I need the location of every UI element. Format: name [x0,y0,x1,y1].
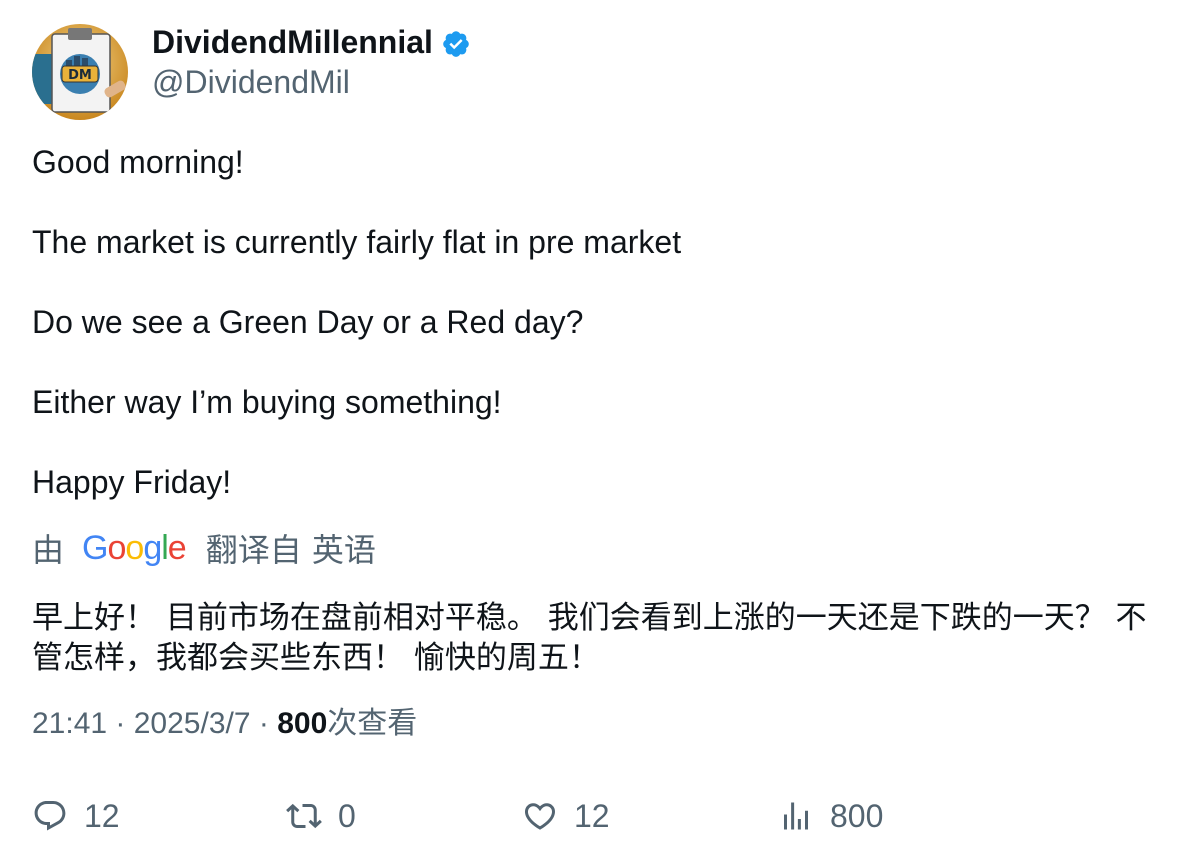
tweet-meta: 21:41 · 2025/3/7 · 800次查看 [32,704,417,744]
tweet-paragraph: Good morning! [32,144,244,180]
retweet-button[interactable]: 0 [286,794,356,838]
verified-badge-icon[interactable] [441,29,471,59]
tweet-paragraph: Happy Friday! [32,464,232,500]
retweet-icon [286,803,322,829]
views-count[interactable]: 800 [277,707,327,740]
tweet-paragraph: The market is currently fairly flat in p… [32,224,682,260]
translation-by-label: 由 [32,531,65,569]
meta-separator: · [250,707,278,740]
views-action-count: 800 [830,797,884,834]
analytics-icon [784,802,808,830]
avatar-image: DM [32,24,128,120]
like-count: 12 [574,797,610,834]
display-name[interactable]: DividendMillennial [152,24,433,60]
tweet-date[interactable]: 2025/3/7 [134,707,251,740]
tweet-paragraph: Either way I’m buying something! [32,384,502,420]
action-bar: 12 0 12 800 [32,794,1164,838]
translated-text: 早上好！ 目前市场在盘前相对平稳。 我们会看到上涨的一天还是下跌的一天？ 不管怎… [32,600,1147,676]
reply-icon [34,801,66,831]
views-label[interactable]: 次查看 [327,706,417,741]
retweet-count: 0 [338,797,356,834]
like-button[interactable]: 12 [522,794,610,838]
reply-count: 12 [84,797,120,834]
tweet-time[interactable]: 21:41 [32,707,107,740]
translation-from-label: 翻译自 英语 [205,531,376,569]
reply-button[interactable]: 12 [32,794,120,838]
heart-icon [524,803,556,830]
svg-text:DM: DM [68,68,92,83]
tweet-header: DM DividendMillennial @DividendMil [32,24,1164,120]
meta-separator: · [107,707,134,740]
author-names: DividendMillennial @DividendMil [152,24,471,102]
tweet: DM DividendMillennial @DividendMil Good … [32,24,1164,834]
google-logo: Google [82,528,187,567]
translation-attribution[interactable]: 由 Google 翻译自 英语 [32,526,376,570]
avatar[interactable]: DM [32,24,128,120]
tweet-paragraph: Do we see a Green Day or a Red day? [32,304,584,340]
handle[interactable]: @DividendMil [152,62,471,102]
tweet-body: Good morning! The market is currently fa… [32,142,681,502]
display-name-row: DividendMillennial [152,24,471,60]
views-button[interactable]: 800 [778,794,883,838]
